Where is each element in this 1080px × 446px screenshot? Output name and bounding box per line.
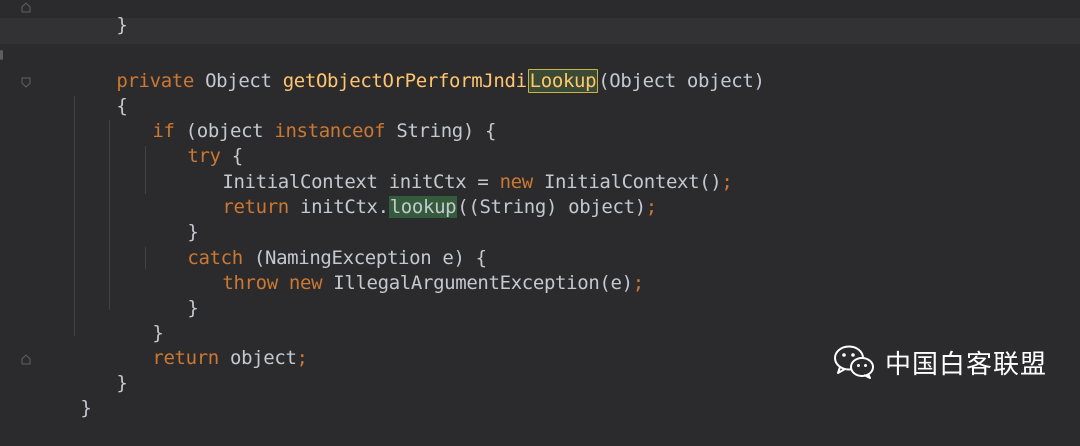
code-line: return object; [108,321,308,369]
code-text: initCtx. [288,196,389,218]
code-line: } [143,195,198,243]
code-line: try { [143,119,243,167]
code-line: private Object getObjectOrPerformJndi Loo… [72,44,765,93]
semicolon-token: ; [632,272,644,294]
code-line: } [72,346,127,394]
current-line-highlight [0,18,1080,44]
watermark-text: 中国白客联盟 [885,349,1048,380]
keyword-token: instanceof [274,120,386,142]
code-line: if (object instanceof String) { [108,94,496,142]
code-text: } [187,297,199,319]
code-text: } [80,397,92,419]
keyword-token: new [288,272,323,294]
semicolon-token: ; [296,347,308,369]
keyword-token: return [222,196,289,218]
code-text: IllegalArgumentException(e) [322,272,633,294]
highlighted-method-token[interactable]: Lookup [527,69,599,93]
type-token: Object [193,70,283,92]
fold-marker-icon[interactable] [21,1,31,13]
code-editor[interactable]: } private Object getObjectOrPerformJndi L… [0,0,1080,419]
code-line: throw new IllegalArgumentException(e); [178,246,644,294]
fold-marker-icon[interactable] [21,353,31,365]
watermark: 中国白客联盟 [833,342,1047,382]
highlighted-usage-token[interactable]: lookup [388,196,458,218]
code-text: ((String) object) [457,196,646,218]
code-line: InitialContext initCtx = new InitialCont… [178,145,732,193]
fold-marker-icon[interactable] [21,77,31,89]
keyword-token: return [152,347,219,369]
code-line: } [36,371,91,419]
code-line: } [72,0,127,36]
params-token: (Object object) [598,70,765,92]
code-text: } [116,14,128,36]
editor-gutter [0,0,62,410]
semicolon-token: ; [721,171,733,193]
breakpoint-marker[interactable] [0,50,3,60]
code-text: object [218,347,297,369]
code-line: { [72,69,127,117]
semicolon-token: ; [645,196,657,218]
code-line: return initCtx.lookup((String) object); [178,170,657,218]
method-name-token: getObjectOrPerformJndi [282,70,527,92]
keyword-token: private [116,70,194,92]
keyword-token: throw [222,272,278,294]
code-line: catch (NamingException e) { [143,221,487,269]
code-text: String) { [385,120,497,142]
code-line: } [143,271,198,319]
code-text: } [116,372,128,394]
code-line: } [108,296,163,344]
wechat-icon [834,345,874,379]
